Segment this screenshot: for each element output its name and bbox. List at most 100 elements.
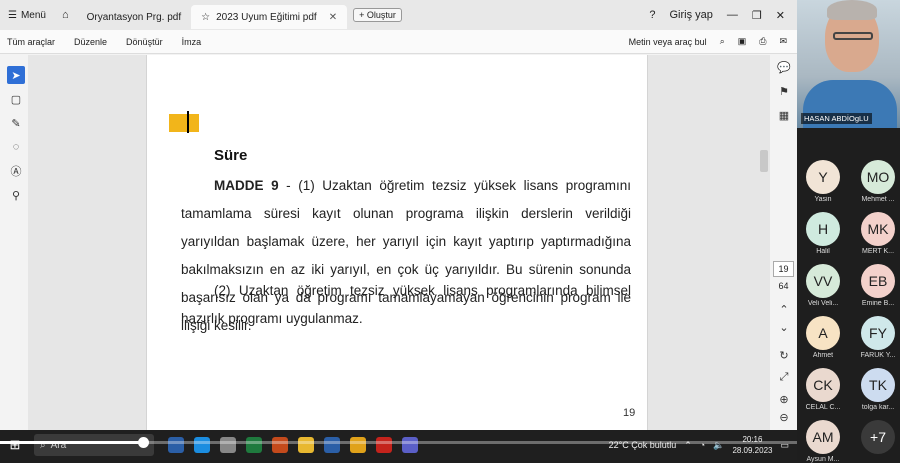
participant-avatar: FY: [861, 316, 895, 350]
tab-oryantasyon[interactable]: Oryantasyon Prg. pdf: [77, 5, 192, 29]
comments-icon[interactable]: 💬: [776, 61, 792, 75]
chrome-icon[interactable]: [350, 437, 366, 453]
draw-lasso-icon[interactable]: ◌: [7, 138, 25, 156]
presenter-video[interactable]: HASAN ABDİOgLU: [797, 0, 900, 128]
section-heading: Süre: [214, 147, 248, 164]
excel-icon[interactable]: [246, 437, 262, 453]
participant-tile[interactable]: EB Emine B...: [853, 264, 900, 307]
page-down-icon[interactable]: ⌄: [776, 321, 792, 335]
page-footer-number: 19: [623, 407, 636, 419]
participant-avatar: MO: [861, 160, 895, 194]
participant-avatar: VV: [806, 264, 840, 298]
participant-tile[interactable]: AM Aysun M...: [798, 420, 848, 463]
teams-icon[interactable]: [402, 437, 418, 453]
participant-tile[interactable]: FY FARUK Y...: [853, 316, 900, 359]
close-window-icon[interactable]: ✕: [776, 9, 785, 22]
find-tool-field[interactable]: Metin veya araç bul: [629, 37, 707, 47]
file-explorer-icon[interactable]: [298, 437, 314, 453]
fit-page-icon[interactable]: ⤢: [776, 371, 792, 385]
mail-icon[interactable]: ✉: [779, 36, 787, 47]
participant-tile[interactable]: MO Mehmet ...: [853, 160, 900, 203]
minimize-icon[interactable]: —: [727, 9, 738, 21]
select-cursor-icon[interactable]: ➤: [7, 66, 25, 84]
store-icon[interactable]: [220, 437, 236, 453]
print-icon[interactable]: ⎙: [759, 36, 766, 47]
participant-avatar: A: [806, 316, 840, 350]
zoom-out-icon[interactable]: ⊖: [776, 411, 792, 425]
home-icon[interactable]: ⌂: [54, 9, 77, 21]
presenter-name: HASAN ABDİOgLU: [801, 113, 872, 124]
edge-icon[interactable]: [194, 437, 210, 453]
page-up-icon[interactable]: ⌃: [776, 303, 792, 317]
zoom-in-icon[interactable]: ⊕: [776, 393, 792, 407]
participant-avatar: CK: [806, 368, 840, 402]
menu-button[interactable]: ☰ Menü: [0, 0, 54, 30]
windows-start-icon[interactable]: ⊞: [0, 437, 30, 453]
participant-name: Halil: [816, 248, 830, 255]
star-icon[interactable]: ☆: [201, 12, 210, 23]
participant-avatar: Y: [806, 160, 840, 194]
menu-edit[interactable]: Düzenle: [74, 37, 107, 47]
presenter-glasses: [833, 32, 873, 40]
vertical-scrollbar[interactable]: [760, 150, 768, 172]
tab-bar: ☰ Menü ⌂ Oryantasyon Prg. pdf ☆ 2023 Uyu…: [0, 0, 797, 30]
thumbnails-icon[interactable]: ▦: [776, 109, 792, 123]
stamp-icon[interactable]: ⚲: [7, 186, 25, 204]
acrobat-icon[interactable]: [376, 437, 392, 453]
participant-tile[interactable]: VV Veli Veli...: [798, 264, 848, 307]
participant-tile[interactable]: +7: [853, 420, 900, 456]
tab-uyum-egitimi[interactable]: ☆ 2023 Uyum Eğitimi pdf ✕: [191, 5, 348, 29]
close-tab-icon[interactable]: ✕: [329, 12, 337, 23]
comment-icon[interactable]: ▢: [7, 90, 25, 108]
right-nav-rail: 💬 ⚑ ▦ 19 64 ⌃ ⌄ ↻ ⤢ ⊕ ⊖: [770, 55, 797, 430]
menu-sign[interactable]: İmza: [182, 37, 202, 47]
system-tray: 22°C Çok bulutlu ⌃ ◔ 🔈 20:16 28.09.2023 …: [609, 434, 797, 456]
participant-tile[interactable]: CK CELAL C...: [798, 368, 848, 411]
current-page-input[interactable]: 19: [773, 261, 794, 277]
main-toolbar: Tüm araçlar Düzenle Dönüştür İmza Metin …: [0, 30, 797, 54]
participant-tile[interactable]: A Ahmet: [798, 316, 848, 359]
windows-taskbar: ⊞ ⌕ Ara 22°C Çok bulutlu ⌃ ◔ 🔈 20:16 28.…: [0, 430, 797, 460]
paragraph-2: (2) Uzaktan öğretim tezsiz yüksek lisans…: [181, 277, 631, 333]
highlight-pen-icon[interactable]: ✎: [7, 114, 25, 132]
participant-name: tolga kar...: [861, 404, 895, 411]
word-icon[interactable]: [324, 437, 340, 453]
create-tab-button[interactable]: + Oluştur: [353, 8, 402, 22]
participant-avatar: H: [806, 212, 840, 246]
participants-panel: HASAN ABDİOgLU Y Yasin MO Mehmet ... H Halil M…: [797, 0, 900, 463]
video-progress-bar[interactable]: [0, 437, 797, 448]
plus-icon: +: [359, 10, 367, 20]
help-icon[interactable]: ?: [649, 9, 655, 21]
participant-name: CELAL C...: [805, 404, 841, 411]
video-progress-fill: [0, 441, 144, 444]
total-pages-label: 64: [778, 281, 789, 291]
participant-name: Emine B...: [861, 300, 895, 307]
participant-name: Veli Veli...: [807, 300, 839, 307]
participant-name: Ahmet: [812, 352, 834, 359]
participant-avatar: TK: [861, 368, 895, 402]
presenter-hair: [827, 0, 877, 20]
taskbar-search[interactable]: ⌕ Ara: [34, 434, 154, 456]
menu-all-tools[interactable]: Tüm araçlar: [7, 37, 55, 47]
save-icon[interactable]: ▣: [738, 36, 747, 47]
pdf-page: Süre MADDE 9 - (1) Uzaktan öğretim tezsi…: [146, 55, 648, 430]
powerpoint-icon[interactable]: [272, 437, 288, 453]
signin-button[interactable]: Giriş yap: [670, 9, 713, 21]
clock[interactable]: 20:16 28.09.2023: [732, 434, 772, 456]
menu-convert[interactable]: Dönüştür: [126, 37, 163, 47]
task-view-icon[interactable]: [168, 437, 184, 453]
participant-tile[interactable]: TK tolga kar...: [853, 368, 900, 411]
bookmark-icon[interactable]: ⚑: [776, 85, 792, 99]
participant-tile[interactable]: H Halil: [798, 212, 848, 255]
text-box-icon[interactable]: Ⓐ: [7, 162, 25, 180]
search-icon[interactable]: ⌕: [720, 36, 725, 47]
text-cursor: [187, 111, 189, 133]
refresh-icon[interactable]: ↻: [776, 349, 792, 363]
participant-avatar: AM: [806, 420, 840, 454]
participant-name: Yasin: [814, 196, 832, 203]
participant-tile[interactable]: MK MERT K...: [853, 212, 900, 255]
participant-tile[interactable]: Y Yasin: [798, 160, 848, 203]
participant-name: MERT K...: [861, 248, 895, 255]
participant-name: Mehmet ...: [861, 196, 895, 203]
restore-icon[interactable]: ❐: [752, 9, 762, 22]
